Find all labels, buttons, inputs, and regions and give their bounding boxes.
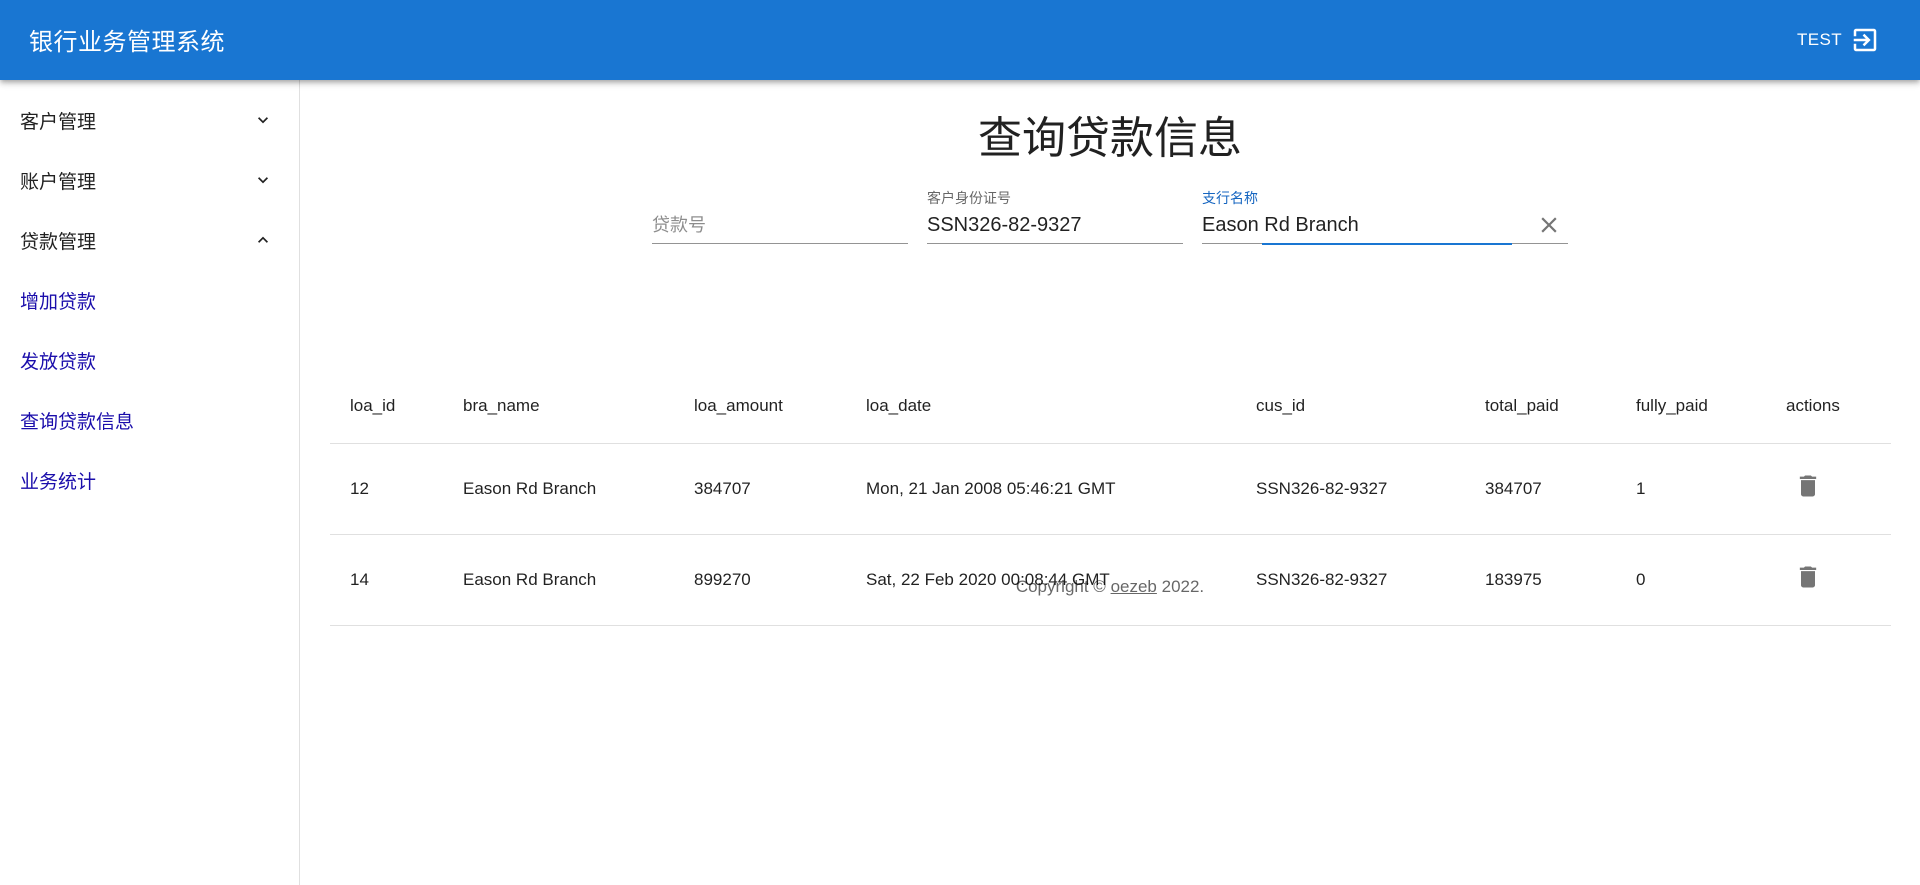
chevron-down-icon [253,170,273,190]
column-header: actions [1786,396,1840,415]
logout-button[interactable]: TEST [1797,24,1880,56]
sidebar-link-add-loan[interactable]: 增加贷款 [0,270,299,330]
field-focus-underline [1262,243,1512,245]
cell-cus-id: SSN326-82-9327 [1256,478,1388,498]
customer-id-input[interactable] [927,210,1183,240]
column-header[interactable]: fully_paid [1616,356,1766,443]
delete-icon[interactable] [1794,472,1822,500]
sidebar-item-customer-management[interactable]: 客户管理 [0,90,299,150]
cell-fully-paid: 1 [1636,478,1646,498]
footer-suffix: 2022. [1156,577,1205,596]
field-underline [652,243,908,244]
loan-number-field [652,188,908,252]
sidebar: 客户管理 账户管理 贷款管理 增加贷款 发放贷款 查询贷款信息 业务统计 [0,80,300,885]
main-content: 查询贷款信息 客户身份证号 支行名称 loa_id bra_name loa_a… [300,80,1920,885]
page-title: 查询贷款信息 [978,113,1242,164]
column-header[interactable]: loa_amount [674,356,846,443]
column-header[interactable]: loa_date [846,356,1236,443]
branch-name-field: 支行名称 [1202,188,1568,252]
sidebar-link-statistics[interactable]: 业务统计 [0,450,299,510]
app-bar: 银行业务管理系统 TEST [0,0,1920,80]
footer: Copyright © oezeb 2022. [300,577,1920,597]
sidebar-item-label: 客户管理 [20,110,97,133]
sidebar-link-label: 查询贷款信息 [20,410,135,433]
sidebar-link-issue-loan[interactable]: 发放贷款 [0,330,299,390]
sidebar-link-label: 业务统计 [20,470,97,493]
table-header-row: loa_id bra_name loa_amount loa_date cus_… [330,356,1891,443]
footer-prefix: Copyright © [1015,577,1111,596]
customer-id-field: 客户身份证号 [927,188,1183,252]
sidebar-link-label: 增加贷款 [20,290,97,313]
loan-number-input[interactable] [652,210,908,240]
app-title: 银行业务管理系统 [29,28,225,56]
sidebar-item-loan-management[interactable]: 贷款管理 [0,210,299,270]
clear-icon[interactable] [1536,212,1562,238]
chevron-down-icon [253,110,273,130]
column-header[interactable]: loa_id [330,356,443,443]
column-header[interactable]: bra_name [443,356,674,443]
branch-name-input[interactable] [1202,210,1522,240]
customer-id-label: 客户身份证号 [927,191,1011,207]
branch-name-label: 支行名称 [1202,191,1258,207]
chevron-up-icon [253,230,273,250]
field-underline [927,243,1183,244]
cell-loa-id: 12 [350,478,369,498]
logout-icon [1850,25,1880,55]
cell-total-paid: 384707 [1485,478,1542,498]
column-header[interactable]: cus_id [1236,356,1465,443]
sidebar-item-account-management[interactable]: 账户管理 [0,150,299,210]
sidebar-link-label: 发放贷款 [20,350,97,373]
column-header[interactable]: total_paid [1465,356,1616,443]
user-name: TEST [1796,30,1842,49]
sidebar-item-label: 账户管理 [20,170,97,193]
cell-loa-amount: 384707 [694,478,751,498]
footer-author-link[interactable]: oezeb [1111,577,1157,596]
sidebar-link-query-loan[interactable]: 查询贷款信息 [0,390,299,450]
table-row: 12 Eason Rd Branch 384707 Mon, 21 Jan 20… [330,443,1891,534]
cell-bra-name: Eason Rd Branch [463,478,597,498]
sidebar-item-label: 贷款管理 [20,230,97,253]
cell-loa-date: Mon, 21 Jan 2008 05:46:21 GMT [866,478,1116,498]
cell-actions [1766,443,1891,534]
